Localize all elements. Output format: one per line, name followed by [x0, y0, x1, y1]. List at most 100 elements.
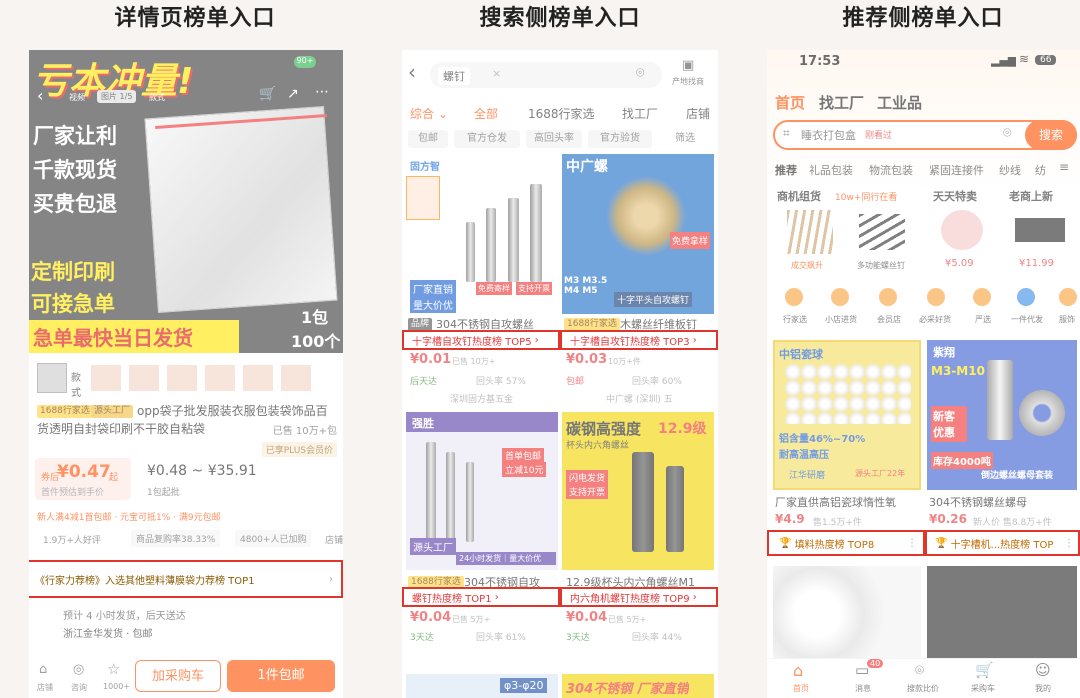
- back-icon[interactable]: ‹: [37, 86, 43, 105]
- shop-name[interactable]: 中广螺 (深圳) 五: [606, 392, 673, 405]
- search-rank-entry-3[interactable]: 螺钉热度榜 TOP1 ›: [402, 587, 560, 607]
- categories-menu-icon[interactable]: ≡: [1059, 160, 1069, 174]
- tab-comprehensive[interactable]: 综合 ⌄: [410, 105, 448, 122]
- tab-all[interactable]: 全部: [474, 105, 498, 122]
- category-recommend[interactable]: 推荐: [775, 162, 797, 178]
- camera-icon[interactable]: ⌾: [1003, 125, 1011, 141]
- feature-card[interactable]: 老商上新 ¥11.99: [1003, 184, 1077, 276]
- share-icon[interactable]: ↗: [287, 86, 299, 102]
- add-to-cart-button[interactable]: 加采购车: [135, 660, 221, 692]
- filter-repurchase[interactable]: 高回头率: [526, 130, 582, 148]
- promo-text[interactable]: 新人满4减1首包邮 · 元宝可抵1% · 满9元包邮: [37, 510, 337, 523]
- product-card[interactable]: 紫翔 M3-M10 新客优惠 库存4000吨 倒边螺丝螺母套装 304不锈钢螺丝…: [927, 340, 1077, 532]
- apparel-icon[interactable]: [1059, 288, 1077, 306]
- stat-reviews[interactable]: 1.9万+人好评: [43, 533, 101, 546]
- style-thumb[interactable]: [243, 365, 273, 391]
- chat-icon[interactable]: ◎: [73, 662, 84, 677]
- nav-home[interactable]: 首页: [793, 683, 809, 694]
- recommend-rank-entry-1[interactable]: 🏆 填料热度榜 TOP8 ⋮: [767, 530, 925, 556]
- home-icon[interactable]: ⌂: [793, 661, 803, 680]
- product-card[interactable]: 固方智 厂家直销 量大价优 免费寄样 支持开票 品牌 304不锈钢自攻螺丝 ¥0…: [406, 154, 558, 406]
- shop-restock-icon[interactable]: [831, 288, 849, 306]
- selection-icon[interactable]: [973, 288, 991, 306]
- filter-inspection[interactable]: 官方验货: [588, 130, 652, 148]
- tab-selected-sellers[interactable]: 1688行家选: [528, 105, 595, 122]
- member-store-icon[interactable]: [879, 288, 897, 306]
- style-thumb[interactable]: [167, 365, 197, 391]
- selected-sellers-icon[interactable]: [785, 288, 803, 306]
- filter-button[interactable]: 筛选: [658, 130, 712, 148]
- store-icon[interactable]: ⌂: [39, 662, 47, 677]
- category-textile[interactable]: 纺: [1035, 162, 1046, 178]
- filter-official-warehouse[interactable]: 官方仓发: [454, 130, 520, 148]
- tab-industrial[interactable]: 工业品: [877, 92, 922, 113]
- tab-find-factory[interactable]: 找工厂: [819, 92, 864, 113]
- favorite-count[interactable]: 1000+: [103, 682, 130, 691]
- chat-label[interactable]: 咨询: [71, 682, 87, 693]
- cart-icon[interactable]: 🛒: [259, 86, 276, 102]
- clear-icon[interactable]: ×: [492, 67, 501, 80]
- filter-free-shipping[interactable]: 包邮: [408, 130, 448, 148]
- search-query-chip[interactable]: 螺钉: [438, 67, 470, 85]
- category-fasteners[interactable]: 紧固连接件: [929, 162, 984, 178]
- nav-compare[interactable]: 搜款比价: [907, 683, 939, 694]
- profile-icon[interactable]: ☺: [1035, 661, 1051, 679]
- detail-rank-entry[interactable]: 《行家力荐榜》入选其他塑料薄膜袋力荐榜 TOP1 ›: [29, 560, 343, 598]
- recommend-side-heading: 推荐侧榜单入口: [842, 6, 1004, 31]
- origin-icon[interactable]: ▣: [682, 58, 694, 73]
- product-card[interactable]: 中铝瓷球 铝含量46%~70% 耐高温高压 江华研磨 源头工厂22年 厂家直供高…: [773, 340, 921, 532]
- product-card[interactable]: 强胜 首单包邮 立减10元 源头工厂 24小时发货｜量大价优 1688行家选 3…: [406, 412, 558, 644]
- nav-video[interactable]: 视频: [69, 92, 85, 103]
- style-thumb[interactable]: [37, 363, 67, 393]
- tab-home[interactable]: 首页: [775, 92, 805, 113]
- style-thumb[interactable]: [129, 365, 159, 391]
- dropship-icon[interactable]: [1017, 288, 1035, 306]
- battery-icon: 66: [1035, 55, 1057, 65]
- nav-messages[interactable]: 消息: [855, 683, 871, 694]
- search-rank-entry-1[interactable]: 十字槽自攻钉热度榜 TOP5 ›: [402, 330, 560, 350]
- product-image[interactable]: [927, 566, 1077, 662]
- shop-name[interactable]: 深圳固方基五金: [450, 392, 513, 405]
- camera-icon[interactable]: ⌾: [636, 65, 644, 81]
- tab-find-factory[interactable]: 找工厂: [622, 105, 658, 122]
- scan-icon[interactable]: ⌗: [783, 126, 790, 141]
- category-gift[interactable]: 礼品包装: [809, 162, 853, 178]
- nav-profile[interactable]: 我的: [1035, 683, 1051, 694]
- nav-cart[interactable]: 采购车: [971, 683, 995, 694]
- recommend-rank-entry-2[interactable]: 🏆 十字槽机...热度榜 TOP ⋮: [925, 530, 1080, 556]
- compare-icon[interactable]: ⌾: [915, 661, 924, 679]
- product-card[interactable]: 中广螺 免费拿样 M3 M3.5 M4 M5 十字平头自攻螺钉 1688行家选 …: [562, 154, 714, 406]
- ship-from: 浙江金华发货 · 包邮: [63, 629, 153, 640]
- style-thumb[interactable]: [281, 365, 311, 391]
- style-selector[interactable]: 款式: [29, 355, 343, 401]
- feature-card[interactable]: 商机组货 10w+同行在看 成交飙升 多功能螺丝钉: [773, 184, 921, 276]
- search-button[interactable]: 搜索: [1025, 120, 1077, 150]
- category-logistics[interactable]: 物流包装: [869, 162, 913, 178]
- product-card[interactable]: 碳钢高强度 12.9级 杯头内六角螺丝 闪电发货 支持开票 12.9级杯头内六角…: [562, 412, 714, 644]
- stat-shop[interactable]: 店铺: [325, 533, 343, 546]
- ship-info[interactable]: 预计 4 小时发货，后天送达: [63, 607, 186, 622]
- style-thumb[interactable]: [91, 365, 121, 391]
- origin-label[interactable]: 产地找商: [672, 76, 704, 87]
- tab-shops[interactable]: 店铺: [686, 105, 710, 122]
- store-label[interactable]: 店铺: [37, 682, 53, 693]
- detail-page-heading: 详情页榜单入口: [114, 6, 276, 31]
- price-card: 券后 ¥0.47 起 首件预估到手价: [35, 458, 131, 500]
- cart-icon[interactable]: 🛒: [975, 661, 994, 679]
- nav-style[interactable]: 款式: [149, 92, 165, 103]
- buy-button[interactable]: 1件包邮: [227, 660, 335, 692]
- nav-images[interactable]: 图片 1/5: [97, 90, 137, 103]
- search-rank-entry-2[interactable]: 十字槽自攻钉热度榜 TOP3 ›: [560, 330, 718, 350]
- more-icon[interactable]: ⋯: [315, 84, 329, 100]
- search-input[interactable]: 睡衣打包盒: [801, 127, 856, 143]
- search-bar[interactable]: 螺钉 × ⌾: [430, 62, 662, 88]
- feature-card[interactable]: 天天特卖 ¥5.09: [927, 184, 999, 276]
- must-buy-icon[interactable]: [927, 288, 945, 306]
- style-thumb[interactable]: [205, 365, 235, 391]
- back-icon[interactable]: ‹: [408, 60, 416, 84]
- search-bar[interactable]: ⌗ 睡衣打包盒 刚看过 ⌾ 搜索: [773, 120, 1077, 150]
- product-image[interactable]: [773, 566, 921, 662]
- search-rank-entry-4[interactable]: 内六角机螺钉热度榜 TOP9 ›: [560, 587, 718, 607]
- category-yarn[interactable]: 纱线: [999, 162, 1021, 178]
- favorite-icon[interactable]: ☆: [107, 660, 120, 678]
